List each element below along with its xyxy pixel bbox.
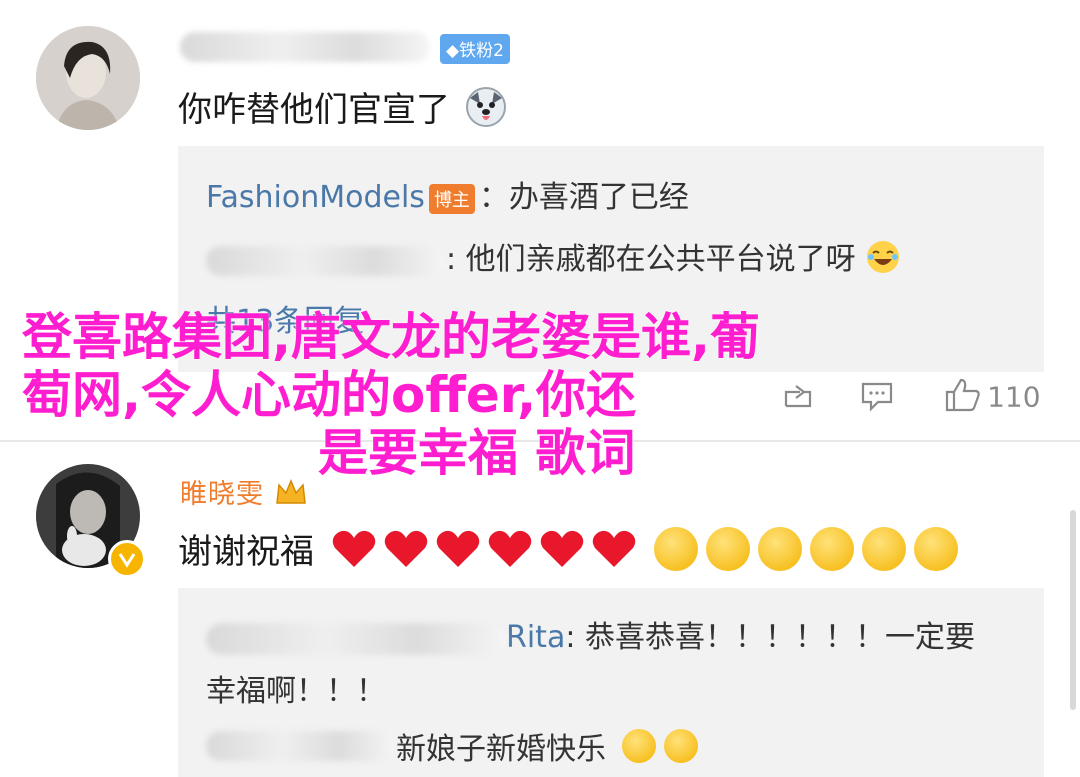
username[interactable]: 睢晓雯 [180, 472, 308, 514]
scrollbar[interactable] [1070, 510, 1076, 710]
heart-icon [436, 530, 480, 567]
kiss-emoji-icon [705, 526, 750, 571]
reply-item[interactable]: : 他们亲戚都在公共平台说了呀 [206, 234, 901, 283]
reply-box[interactable]: Rita: 恭喜恭喜！！！！！！一定要 幸福啊！！！ 新娘子新婚快乐 [178, 588, 1044, 777]
reply-item[interactable]: Rita: 恭喜恭喜！！！！！！一定要 [206, 612, 975, 656]
kiss-emoji-icon [809, 526, 854, 571]
reply-item[interactable]: FashionModels 博主 ：办喜酒了已经 [206, 172, 689, 216]
overlay-text-line2: 萄网,令人心动的offer,你还 [22, 366, 637, 424]
heart-icon [592, 530, 636, 567]
heart-icon [384, 530, 428, 567]
kiss-emoji-icon [663, 729, 698, 763]
username[interactable] [180, 30, 430, 62]
comment-icon[interactable] [860, 380, 894, 416]
reply-username-blurred[interactable] [206, 622, 506, 655]
crown-icon [274, 477, 308, 514]
comment-text: 你咋替他们官宣了 [178, 82, 507, 137]
like-button[interactable]: 110 [944, 376, 1041, 418]
reply-item[interactable]: 新娘子新婚快乐 [206, 724, 706, 768]
kiss-emoji-icon [861, 526, 906, 571]
share-icon[interactable] [782, 380, 814, 416]
verified-icon [108, 540, 146, 578]
kiss-emoji-icon [621, 729, 656, 763]
overlay-text-line1: 登喜路集团,唐文龙的老婆是谁,葡 [22, 308, 760, 366]
kiss-emoji-icon [653, 526, 698, 571]
heart-icon [540, 530, 584, 567]
kiss-emoji-icon [913, 526, 958, 571]
kiss-emoji-icon [757, 526, 802, 571]
reply-username-blurred[interactable] [206, 245, 446, 276]
dog-emoji-icon [465, 86, 507, 137]
author-badge: 博主 [428, 183, 475, 214]
heart-icon [332, 530, 376, 567]
kiss-emojis [653, 526, 966, 571]
thumbs-up-icon [944, 376, 982, 418]
fan-badge: ◆铁粉2 [440, 34, 510, 64]
laughing-emoji-icon [865, 239, 901, 283]
avatar[interactable] [36, 26, 140, 130]
heart-icon [488, 530, 532, 567]
like-count: 110 [987, 380, 1041, 414]
comment-text: 谢谢祝福 [178, 524, 966, 573]
reply-item-continued: 幸福啊！！！ [206, 674, 386, 709]
reply-username[interactable]: FashionModels [206, 180, 425, 215]
heart-emojis [331, 527, 654, 567]
overlay-text-line3: 是要幸福 歌词 [318, 424, 636, 482]
reply-username-blurred[interactable] [206, 731, 396, 761]
